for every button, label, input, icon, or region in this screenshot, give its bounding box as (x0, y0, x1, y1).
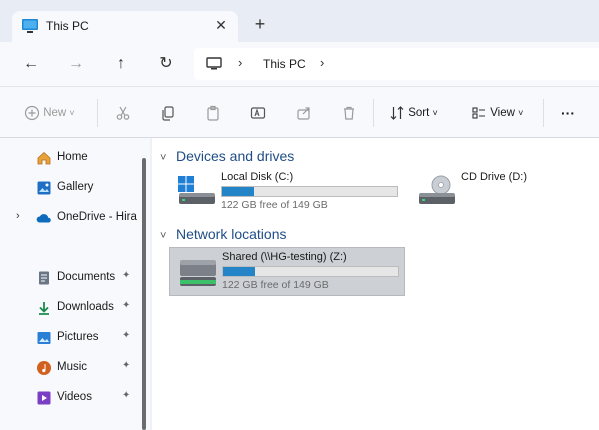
sort-button[interactable]: Sort ˅ (389, 103, 438, 123)
cd-drive-icon (419, 175, 455, 204)
sidebar-item-pictures[interactable]: Pictures ✦ (0, 325, 140, 351)
pin-icon: ✦ (122, 330, 131, 341)
address-location[interactable]: This PC (263, 57, 306, 71)
drive-name: CD Drive (D:) (461, 171, 527, 183)
sidebar-item-label: OneDrive - Hirai (57, 211, 137, 223)
separator (97, 99, 98, 127)
sidebar-item-home[interactable]: Home (0, 145, 140, 171)
trash-icon (344, 106, 354, 120)
separator (543, 99, 544, 127)
windows-drive-icon (178, 176, 215, 204)
share-button[interactable] (296, 103, 312, 123)
new-button[interactable]: New ˅ (24, 103, 75, 123)
chevron-down-icon: ˅ (69, 108, 75, 118)
group-network-locations[interactable]: ˅ Network locations (160, 226, 287, 242)
sort-label: Sort (408, 107, 430, 119)
tab-title: This PC (46, 19, 89, 33)
videos-icon (37, 391, 51, 405)
chevron-down-icon: ˅ (160, 152, 167, 164)
sidebar-scrollbar[interactable] (142, 158, 146, 430)
more-options-button[interactable]: ··· (561, 103, 575, 123)
view-button[interactable]: View ˅ (471, 103, 523, 123)
chevron-down-icon: ˅ (518, 108, 524, 118)
music-icon (37, 361, 51, 375)
forward-button[interactable]: → (64, 52, 88, 76)
sidebar-item-label: Home (57, 151, 88, 163)
refresh-button[interactable]: ↻ (154, 52, 178, 76)
delete-button[interactable] (341, 103, 357, 123)
copy-icon (162, 106, 174, 121)
content-pane: ˅ Devices and drives Local Disk (C:) 122 … (152, 138, 599, 430)
drive-name: Shared (\\HG-testing) (Z:) (222, 251, 347, 263)
onedrive-icon (36, 214, 51, 223)
pictures-icon (37, 332, 51, 344)
drive-usage-fill (222, 187, 254, 196)
sidebar-item-label: Gallery (57, 181, 94, 193)
downloads-icon (39, 302, 49, 315)
group-heading: Devices and drives (176, 148, 295, 164)
sidebar-item-downloads[interactable]: Downloads ✦ (0, 295, 140, 321)
address-bar[interactable]: › This PC › (194, 48, 599, 80)
pin-icon: ✦ (122, 360, 131, 371)
drive-usage-bar (222, 266, 399, 277)
monitor-icon (22, 19, 38, 33)
tab-this-pc[interactable]: This PC ✕ (12, 11, 238, 42)
back-button[interactable]: ← (19, 52, 43, 76)
sidebar-item-videos[interactable]: Videos ✦ (0, 385, 140, 411)
tab-strip: This PC ✕ + (0, 0, 599, 42)
drive-free-space: 122 GB free of 149 GB (221, 199, 328, 211)
clipboard-icon (207, 105, 219, 121)
new-tab-button[interactable]: + (251, 15, 269, 33)
gallery-icon (37, 181, 51, 195)
copy-button[interactable] (160, 103, 176, 123)
navigation-pane: Home Gallery › OneDrive - Hirai Document… (0, 138, 150, 430)
rename-icon (250, 107, 266, 119)
group-heading: Network locations (176, 226, 287, 242)
drive-usage-fill (223, 267, 255, 276)
drive-local-disk-c[interactable]: Local Disk (C:) 122 GB free of 149 GB (169, 168, 401, 212)
cut-button[interactable] (115, 103, 131, 123)
scissors-icon (116, 106, 130, 120)
view-icon (472, 107, 485, 119)
pin-icon: ✦ (122, 270, 131, 281)
up-button[interactable]: ↑ (109, 52, 133, 76)
home-icon (37, 151, 51, 165)
paste-button[interactable] (205, 103, 221, 123)
monitor-icon (206, 57, 222, 70)
chevron-down-icon: ˅ (160, 230, 167, 242)
command-bar: New ˅ Sort ˅ View ˅ ··· (0, 86, 599, 138)
share-icon (297, 107, 310, 120)
drive-free-space: 122 GB free of 149 GB (222, 279, 329, 291)
chevron-right-icon[interactable]: › (320, 55, 324, 70)
drive-shared-z[interactable]: Shared (\\HG-testing) (Z:) 122 GB free o… (169, 247, 405, 296)
new-label: New (43, 107, 67, 119)
network-drive-icon (180, 260, 216, 286)
separator (373, 99, 374, 127)
pin-icon: ✦ (122, 300, 131, 311)
sidebar-item-onedrive[interactable]: › OneDrive - Hirai (0, 205, 140, 231)
drive-name: Local Disk (C:) (221, 171, 294, 183)
group-devices-and-drives[interactable]: ˅ Devices and drives (160, 148, 294, 164)
drive-usage-bar (221, 186, 398, 197)
chevron-down-icon: ˅ (432, 108, 438, 118)
sidebar-item-documents[interactable]: Documents ✦ (0, 265, 140, 291)
pin-icon: ✦ (122, 390, 131, 401)
add-circle-icon (24, 105, 40, 121)
rename-button[interactable] (250, 103, 266, 123)
drive-cd-drive-d[interactable]: CD Drive (D:) (409, 168, 559, 212)
sidebar-item-gallery[interactable]: Gallery (0, 175, 140, 201)
navigation-bar: ← → ↑ ↻ › This PC › (0, 42, 599, 86)
view-label: View (490, 107, 515, 119)
close-tab-icon[interactable]: ✕ (212, 16, 230, 34)
sidebar-item-music[interactable]: Music ✦ (0, 355, 140, 381)
chevron-right-icon: › (238, 55, 243, 70)
documents-icon (39, 271, 49, 285)
chevron-right-icon[interactable]: › (16, 210, 20, 222)
sort-icon (390, 106, 404, 120)
